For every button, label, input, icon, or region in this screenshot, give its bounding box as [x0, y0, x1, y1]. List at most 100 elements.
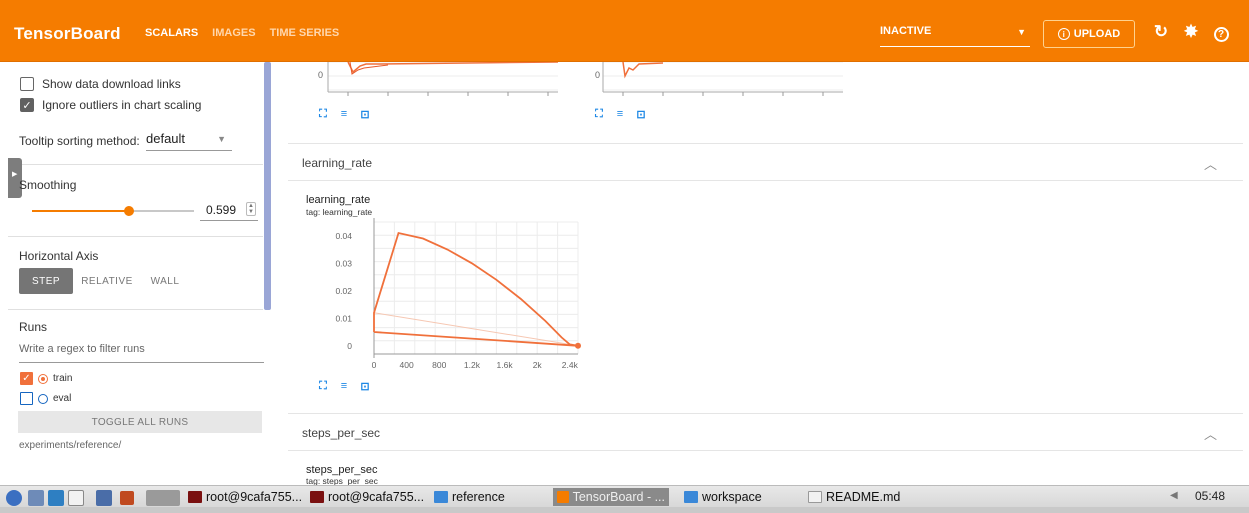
chart-card-title: learning_rate	[306, 194, 371, 206]
previous-chart-2	[602, 62, 843, 96]
app-launcher-icon[interactable]	[96, 490, 112, 506]
run-eval-checkbox[interactable]	[20, 392, 33, 405]
text-file-icon	[808, 491, 822, 503]
file-manager-icon[interactable]	[28, 490, 44, 506]
ignore-outliers-option[interactable]: ✓ Ignore outliers in chart scaling	[20, 98, 201, 112]
x-tick-label: 1.2k	[464, 360, 481, 370]
toggle-all-runs-button[interactable]: TOGGLE ALL RUNS	[18, 411, 262, 433]
axis-step-button[interactable]: STEP	[19, 268, 73, 294]
inactive-dashboards-select[interactable]: INACTIVE ▼	[880, 25, 1030, 47]
series-train-last-point	[575, 342, 581, 349]
chevron-down-icon: ▼	[1017, 27, 1026, 37]
tab-scalars[interactable]: SCALARS	[145, 27, 198, 39]
smoothing-slider-fill	[32, 210, 130, 212]
runs-filter-placeholder: Write a regex to filter runs	[19, 343, 145, 355]
horizontal-axis-toggle: STEP RELATIVE WALL	[19, 268, 189, 294]
show-download-links-option[interactable]: Show data download links	[20, 77, 181, 91]
terminal-icon	[310, 491, 324, 503]
fit-domain-icon[interactable]: ⊡	[634, 108, 648, 121]
divider	[8, 309, 263, 310]
chart-card-title: steps_per_sec	[306, 464, 378, 476]
run-eval-label: eval	[53, 393, 72, 404]
terminal-launcher-icon[interactable]	[48, 490, 64, 506]
start-menu-icon[interactable]	[6, 490, 22, 506]
taskbar-bottom-strip	[0, 507, 1249, 513]
list-icon[interactable]: ≡	[613, 108, 627, 120]
desktop-taskbar: root@9cafa755... root@9cafa755... refere…	[0, 485, 1249, 513]
previous-chart-1	[327, 62, 559, 96]
taskbar-item-tensorboard[interactable]: TensorBoard - ...	[553, 488, 669, 506]
smoothing-slider[interactable]	[32, 206, 194, 216]
taskbar-item-readme[interactable]: README.md	[804, 488, 904, 506]
axis-wall-button[interactable]: WALL	[141, 268, 189, 294]
inactive-select-value: INACTIVE	[880, 25, 932, 37]
chevron-right-icon: ▶	[12, 171, 18, 178]
volume-icon[interactable]: ◀	[1170, 490, 1178, 501]
folder-icon	[434, 491, 448, 503]
fit-domain-icon[interactable]: ⊡	[358, 108, 372, 121]
chevron-up-icon[interactable]: ︿	[1204, 154, 1217, 173]
dashboard-tabs: SCALARS IMAGES TIME SERIES	[145, 27, 339, 39]
divider	[8, 236, 263, 237]
smoothing-value-input[interactable]: 0.599 ▲ ▼	[200, 199, 258, 221]
taskbar-item-label: workspace	[702, 490, 762, 504]
sidebar-scrollbar[interactable]	[264, 62, 271, 310]
axis-relative-button[interactable]: RELATIVE	[73, 268, 141, 294]
smoothing-slider-thumb[interactable]	[124, 206, 135, 216]
run-train-color-radio[interactable]	[38, 373, 48, 384]
taskbar-item-terminal-1[interactable]: root@9cafa755...	[184, 488, 306, 506]
help-icon[interactable]: ?	[1210, 22, 1232, 42]
learning-rate-chart[interactable]: 0.04 0.03 0.02 0.01 0 0 400 800 1.2k 1.6k 2k 2.4k	[288, 214, 588, 382]
tooltip-sorting-value: default	[146, 131, 186, 146]
tab-time-series[interactable]: TIME SERIES	[270, 27, 340, 39]
taskbar-item-reference[interactable]: reference	[430, 488, 509, 506]
run-item-eval[interactable]: eval	[20, 392, 71, 405]
fullscreen-icon[interactable]: ⛶	[316, 108, 330, 120]
fit-domain-icon[interactable]: ⊡	[358, 380, 372, 393]
smoothing-value: 0.599	[206, 203, 237, 217]
chart-toolbar: ⛶ ≡ ⊡	[592, 108, 648, 121]
section-title: learning_rate	[302, 156, 373, 170]
x-tick-label: 400	[400, 360, 414, 370]
fullscreen-icon[interactable]: ⛶	[316, 380, 330, 392]
browser-launcher-icon[interactable]	[120, 491, 134, 505]
ignore-outliers-label: Ignore outliers in chart scaling	[42, 98, 202, 112]
taskbar-item-terminal-2[interactable]: root@9cafa755...	[306, 488, 428, 506]
refresh-icon[interactable]: ↻	[1150, 22, 1172, 42]
workspace-switcher-icon[interactable]	[146, 490, 180, 506]
gear-icon[interactable]: ✸	[1180, 22, 1202, 42]
list-icon[interactable]: ≡	[337, 108, 351, 120]
settings-sidebar: Show data download links ✓ Ignore outlie…	[0, 62, 274, 485]
info-icon: i	[1057, 28, 1070, 40]
y-tick-label: 0.03	[335, 258, 352, 268]
list-icon[interactable]: ≡	[337, 380, 351, 392]
section-header-learning-rate[interactable]: learning_rate ︿	[288, 143, 1243, 181]
chart-toolbar: ⛶ ≡ ⊡	[316, 108, 372, 121]
section-header-steps-per-sec[interactable]: steps_per_sec ︿	[288, 413, 1243, 451]
y-tick-label: 0.01	[335, 313, 352, 323]
runs-filter-input[interactable]: Write a regex to filter runs	[19, 343, 264, 363]
app-title: TensorBoard	[14, 24, 121, 43]
run-train-checkbox[interactable]: ✓	[20, 372, 33, 385]
fullscreen-icon[interactable]: ⛶	[592, 108, 606, 120]
tab-images[interactable]: IMAGES	[212, 27, 255, 39]
y-tick-label: 0.02	[335, 286, 352, 296]
divider	[8, 164, 263, 165]
desktop-icon[interactable]	[68, 490, 84, 506]
upload-button[interactable]: i UPLOAD	[1043, 20, 1135, 48]
taskbar-clock[interactable]: 05:48	[1195, 489, 1225, 503]
taskbar-item-workspace[interactable]: workspace	[680, 488, 766, 506]
taskbar-item-label: TensorBoard - ...	[572, 490, 665, 504]
previous-chart-2-zero-tick: 0	[595, 70, 601, 80]
run-item-train[interactable]: ✓ train	[20, 372, 72, 385]
taskbar-item-label: root@9cafa755...	[328, 490, 425, 504]
chevron-up-icon[interactable]: ︿	[1204, 424, 1217, 443]
show-download-links-checkbox[interactable]	[20, 77, 34, 91]
run-eval-color-radio[interactable]	[38, 393, 48, 404]
spinner-arrows-icon[interactable]: ▲ ▼	[246, 202, 256, 216]
x-tick-label: 0	[372, 360, 377, 370]
ignore-outliers-checkbox[interactable]: ✓	[20, 98, 34, 112]
x-tick-label: 2.4k	[562, 360, 579, 370]
tooltip-sorting-select[interactable]: default ▼	[146, 131, 232, 151]
upload-label: UPLOAD	[1073, 28, 1121, 40]
